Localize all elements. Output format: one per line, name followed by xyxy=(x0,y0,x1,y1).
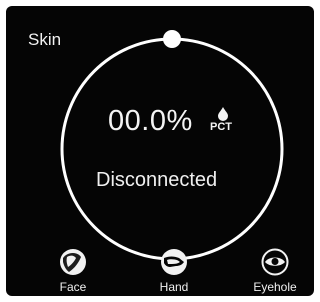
unit-badge: PCT xyxy=(210,106,240,136)
moisture-reading: 00.0% xyxy=(108,105,193,137)
mode-hand-button[interactable]: Hand xyxy=(139,248,209,296)
mode-hand-label: Hand xyxy=(159,280,189,294)
face-icon xyxy=(60,249,86,275)
skin-panel: Skin 00.0% PCT Disconnected Face Hand Ey… xyxy=(6,6,314,296)
connection-status: Disconnected xyxy=(96,169,218,191)
droplet-icon xyxy=(218,107,228,121)
gauge-ring xyxy=(60,37,284,261)
hand-icon xyxy=(161,249,187,275)
unit-label: PCT xyxy=(210,121,232,133)
mode-face-label: Face xyxy=(59,280,87,294)
mode-eyehole-button[interactable]: Eyehole xyxy=(240,248,310,296)
gauge-handle[interactable] xyxy=(163,30,181,48)
mode-eyehole-label: Eyehole xyxy=(253,280,297,294)
eye-icon xyxy=(261,248,289,276)
mode-face-button[interactable]: Face xyxy=(38,248,108,296)
